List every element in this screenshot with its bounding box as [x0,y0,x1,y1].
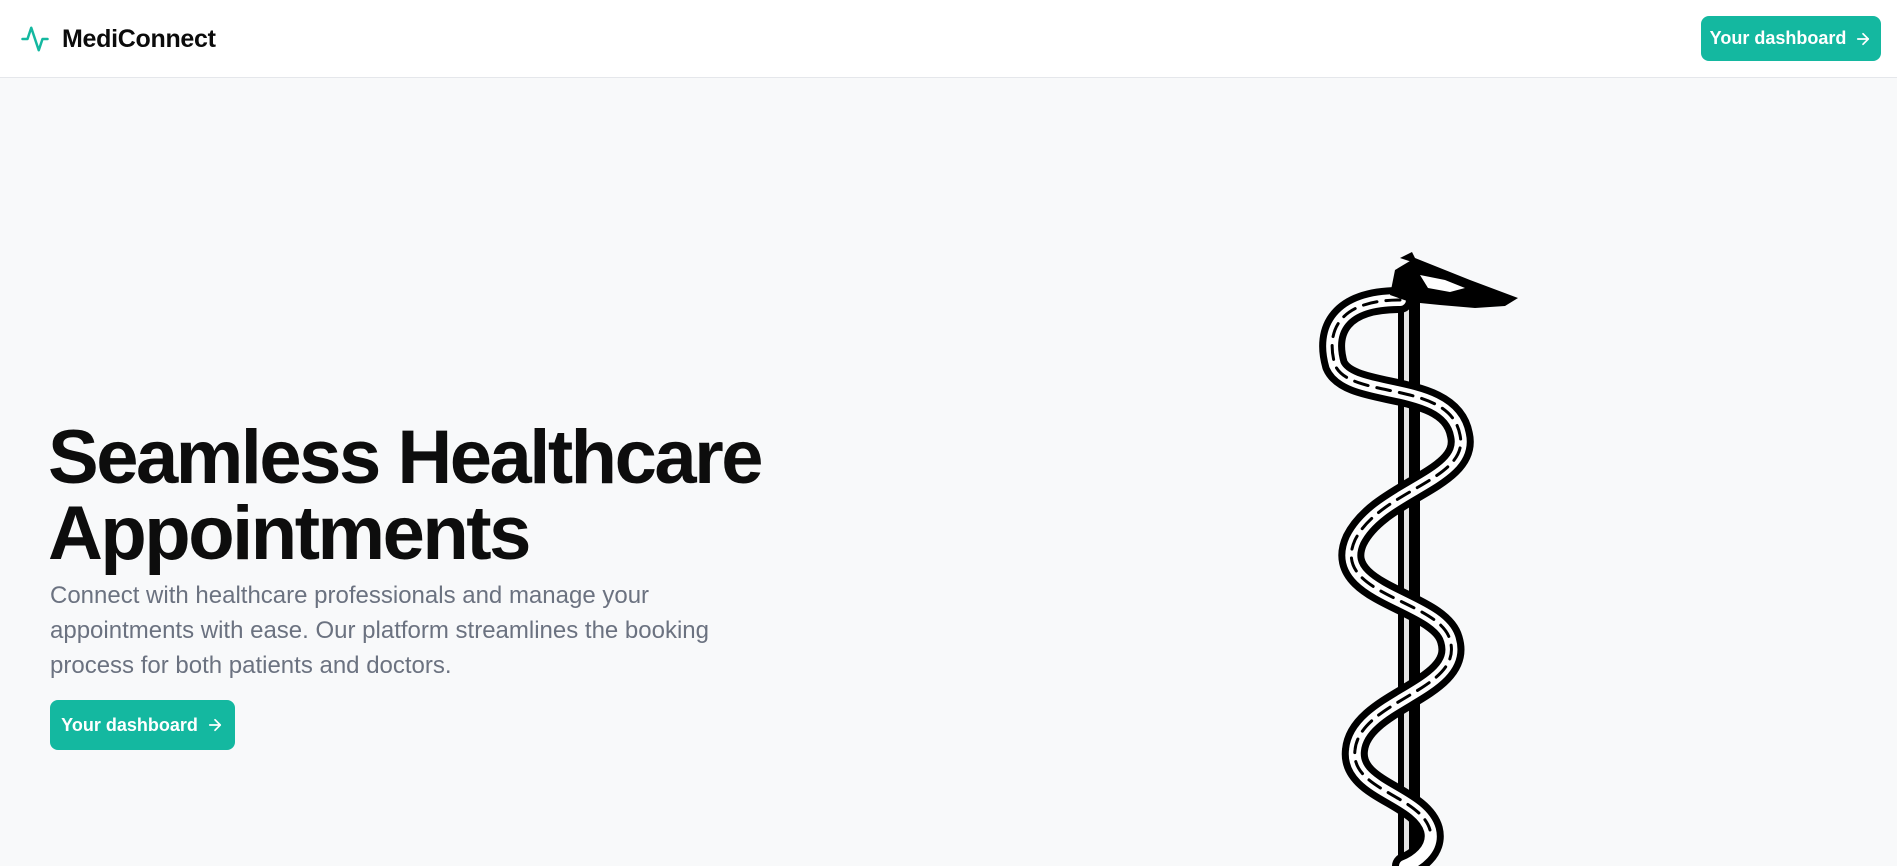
arrow-right-icon [208,718,221,732]
activity-pulse-icon [21,26,49,52]
hero-dashboard-label: Your dashboard [61,714,198,735]
hero-dashboard-button[interactable]: Your dashboard [50,700,235,750]
brand-name: MediConnect [62,24,216,53]
brand-logo[interactable]: MediConnect [20,24,216,54]
nav-dashboard-button[interactable]: Your dashboard [1701,16,1881,61]
top-navbar: MediConnect Your dashboard [0,0,1897,78]
hero-title-line2: Appointments [48,491,531,576]
hero-title: Seamless Healthcare Appointments [48,420,828,572]
rod-of-asclepius-illustration [1319,252,1518,866]
arrow-right-icon [1857,32,1870,45]
hero-description: Connect with healthcare professionals an… [50,582,710,679]
hero-title-line1: Seamless Healthcare [48,415,763,500]
nav-dashboard-label: Your dashboard [1709,28,1847,48]
